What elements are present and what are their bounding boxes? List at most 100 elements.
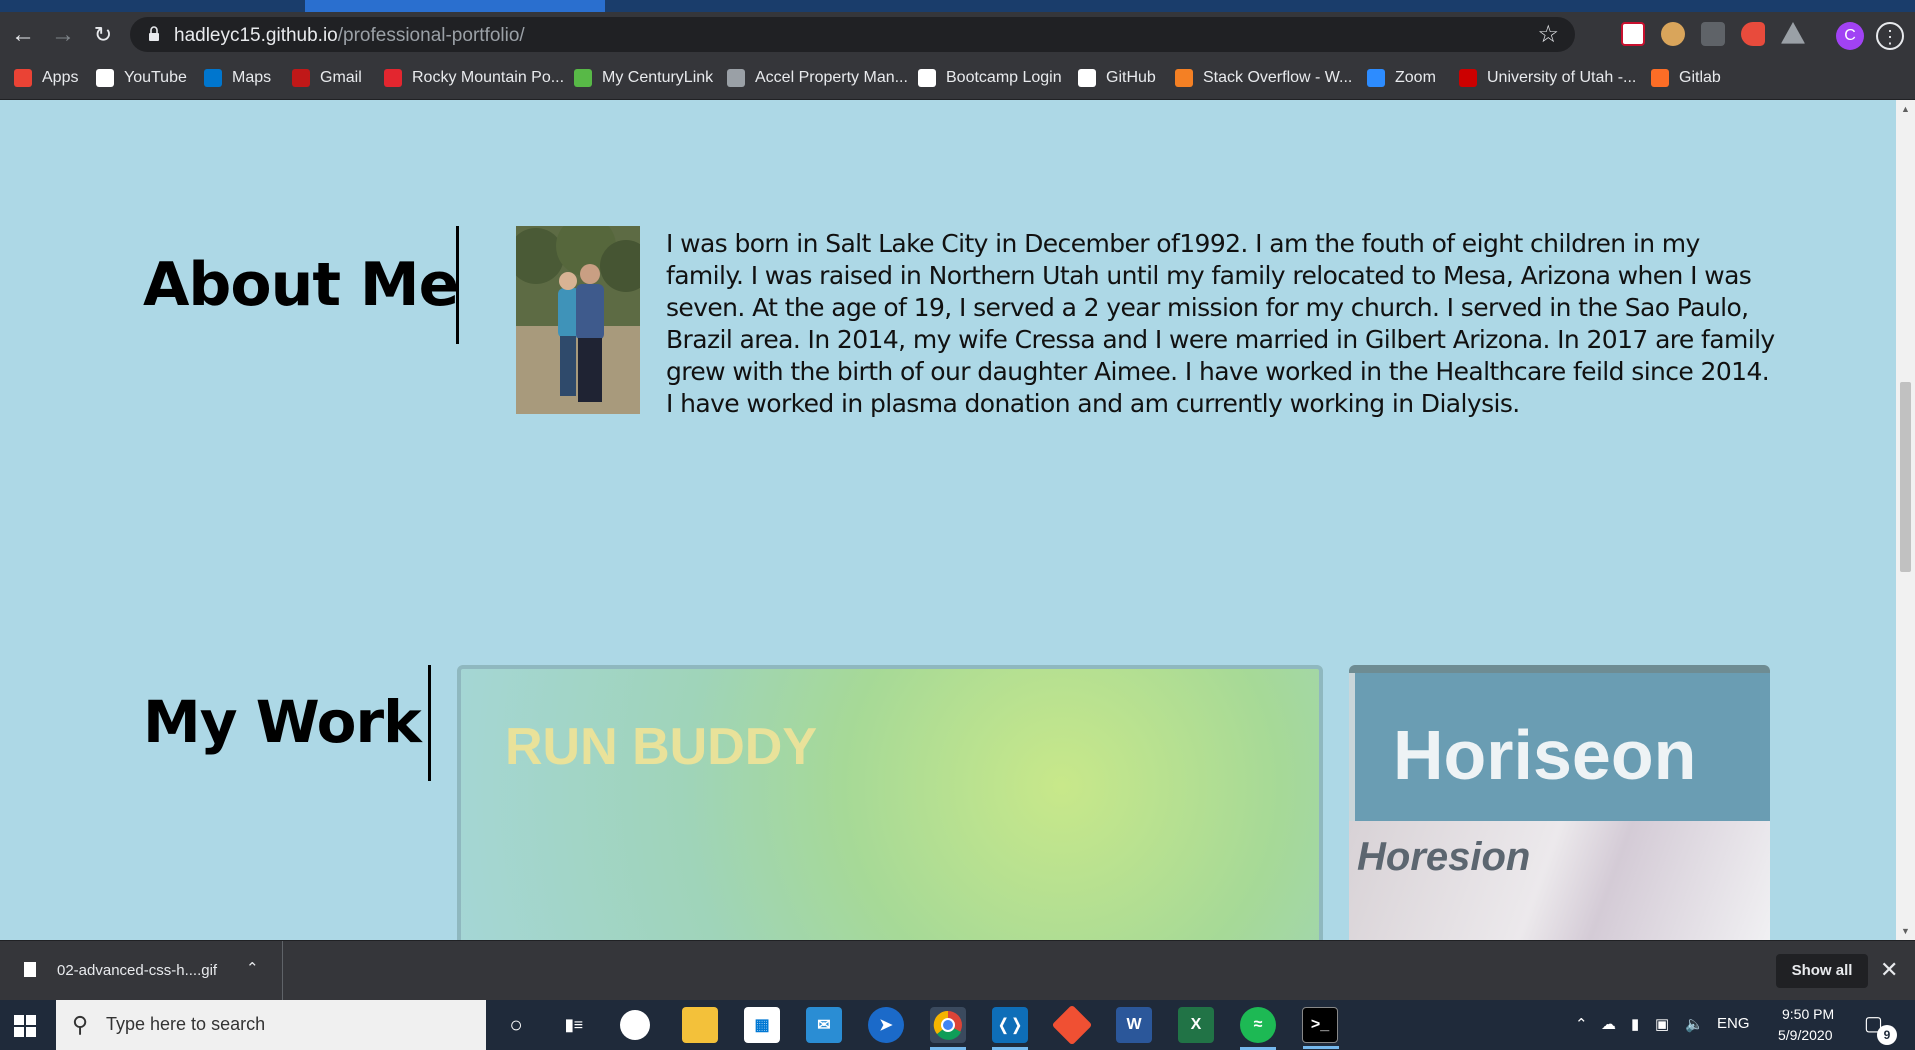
bookmark-item[interactable]: Rocky Mountain Po... <box>384 64 564 92</box>
more-extension-icon[interactable] <box>1701 22 1725 46</box>
university-utah-icon <box>918 69 936 87</box>
bookmark-label: Apps <box>42 69 79 86</box>
bookmark-item[interactable]: Maps <box>204 64 271 92</box>
bookmark-item[interactable]: University of Utah -... <box>1459 64 1636 92</box>
word-icon[interactable]: W <box>1116 1007 1152 1043</box>
url-text[interactable]: hadleyc15.github.io/professional-portfol… <box>174 25 525 47</box>
bookmark-label: Zoom <box>1395 69 1436 86</box>
battery-icon[interactable]: ▮ <box>1631 1015 1639 1033</box>
cookie-extension-icon[interactable] <box>1661 22 1685 46</box>
profile-avatar[interactable]: C <box>1836 22 1864 50</box>
scrollbar-thumb[interactable] <box>1900 382 1911 572</box>
bookmark-item[interactable]: Stack Overflow - W... <box>1175 64 1352 92</box>
bookmark-label: GitHub <box>1106 69 1156 86</box>
bookmark-item[interactable]: Apps <box>14 64 78 92</box>
bookmark-label: University of Utah -... <box>1487 69 1637 86</box>
bookmark-item[interactable]: Bootcamp Login <box>918 64 1062 92</box>
dell-icon <box>204 69 222 87</box>
bookmark-item[interactable]: Gmail <box>292 64 362 92</box>
bookmark-label: Stack Overflow - W... <box>1203 69 1353 86</box>
store-icon[interactable]: ▦ <box>744 1007 780 1043</box>
apps-grid-icon <box>14 69 32 87</box>
download-bar: 02-advanced-css-h....gif ⌃ Show all ✕ <box>0 940 1915 1001</box>
download-file-name[interactable]: 02-advanced-css-h....gif <box>57 962 217 979</box>
profile-photo <box>516 226 640 414</box>
file-explorer-icon[interactable] <box>682 1007 718 1043</box>
scroll-up-icon[interactable]: ▲ <box>1901 104 1910 114</box>
drive-extension-icon[interactable] <box>1781 22 1805 44</box>
about-divider <box>456 226 459 344</box>
bookmark-label: My CenturyLink <box>602 69 714 86</box>
git-kraken-icon[interactable] <box>1051 1004 1093 1046</box>
bookmark-item[interactable]: My CenturyLink <box>574 64 713 92</box>
page-scrollbar[interactable]: ▲ ▼ <box>1896 100 1915 940</box>
project-title: Horiseon <box>1393 716 1697 794</box>
show-all-button[interactable]: Show all <box>1776 954 1868 988</box>
project-card-run-buddy[interactable]: RUN BUDDY <box>457 665 1323 940</box>
card-top-border <box>1349 665 1770 673</box>
bookmark-item[interactable]: Gitlab <box>1651 64 1721 92</box>
reload-icon[interactable]: ↻ <box>88 20 118 50</box>
project-card-horiseon[interactable]: Horiseon Horesion <box>1349 665 1770 940</box>
excel-icon[interactable]: X <box>1178 1007 1214 1043</box>
work-divider <box>428 665 431 781</box>
clock-date[interactable]: 5/9/2020 <box>1778 1027 1833 1043</box>
pocket-extension-icon[interactable] <box>1621 22 1645 46</box>
onedrive-icon[interactable]: ☁ <box>1601 1015 1616 1033</box>
address-bar[interactable]: hadleyc15.github.io/professional-portfol… <box>130 17 1575 52</box>
chevron-up-icon[interactable]: ⌃ <box>246 959 259 977</box>
bookmark-label: Gmail <box>320 69 362 86</box>
download-item[interactable]: 02-advanced-css-h....gif ⌃ <box>0 941 283 1001</box>
bookmark-star-icon[interactable]: ☆ <box>1537 20 1559 49</box>
mcafee-icon <box>292 69 310 87</box>
bookmark-label: Maps <box>232 69 272 86</box>
project-banner: Horiseon <box>1355 673 1770 821</box>
close-icon[interactable]: ✕ <box>1880 957 1898 983</box>
active-tab[interactable] <box>305 0 605 12</box>
bookmarks-bar: Apps YouTube Maps Gmail Rocky Mountain Po...… <box>0 57 1915 100</box>
bookmark-item[interactable]: YouTube <box>96 64 187 92</box>
about-heading: About Me <box>143 250 459 320</box>
record-extension-icon[interactable] <box>1741 22 1765 46</box>
bookmark-item[interactable]: Accel Property Man... <box>727 64 908 92</box>
language-indicator[interactable]: ENG <box>1717 1015 1750 1032</box>
centurylink-icon <box>574 69 592 87</box>
slack-icon[interactable] <box>620 1010 650 1040</box>
spotify-icon[interactable]: ≈ <box>1240 1007 1276 1050</box>
bookmark-item[interactable]: Zoom <box>1367 64 1436 92</box>
bookmark-label: Gitlab <box>1679 69 1721 86</box>
taskbar-search[interactable]: ⚲ Type here to search <box>56 1000 486 1050</box>
vscode-icon[interactable]: ❬❭ <box>992 1007 1028 1050</box>
volume-icon[interactable]: 🔈 <box>1685 1015 1704 1033</box>
github-icon <box>1078 69 1096 87</box>
windows-taskbar: ⚲ Type here to search ○ ▮≡ ▦ ✉ ➤ ❬❭ W X … <box>0 1000 1915 1050</box>
windows-start-icon[interactable] <box>14 1015 36 1037</box>
forward-arrow-icon[interactable]: → <box>48 20 78 50</box>
browser-toolbar: ← → ↻ hadleyc15.github.io/professional-p… <box>0 12 1915 57</box>
bookmark-label: YouTube <box>124 69 187 86</box>
scroll-down-icon[interactable]: ▼ <box>1901 926 1910 936</box>
mail-icon[interactable]: ✉ <box>806 1007 842 1043</box>
amazon-icon <box>96 69 114 87</box>
bookmark-label: Accel Property Man... <box>755 69 908 86</box>
browser-menu-icon[interactable]: ⋮ <box>1876 22 1904 50</box>
work-heading: My Work <box>143 688 422 756</box>
clock-time[interactable]: 9:50 PM <box>1782 1006 1834 1022</box>
terminal-icon[interactable]: >_ <box>1302 1007 1339 1049</box>
network-icon[interactable]: ▣ <box>1655 1015 1669 1033</box>
utah-grid-icon <box>1459 69 1477 87</box>
search-input[interactable]: Type here to search <box>106 1014 265 1035</box>
notification-badge: 9 <box>1877 1025 1897 1045</box>
project-subtitle: Horesion <box>1357 835 1531 879</box>
safari-icon[interactable]: ➤ <box>868 1007 904 1043</box>
task-view-icon[interactable]: ▮≡ <box>556 1007 592 1043</box>
zoom-icon <box>1367 69 1385 87</box>
chrome-icon[interactable] <box>930 1007 966 1050</box>
rocky-mountain-icon <box>384 69 402 87</box>
bookmark-label: Bootcamp Login <box>946 69 1062 86</box>
cortana-icon[interactable]: ○ <box>498 1007 534 1043</box>
chevron-up-icon[interactable]: ⌃ <box>1575 1015 1588 1033</box>
back-arrow-icon[interactable]: ← <box>8 20 38 50</box>
tab-strip <box>0 0 1915 12</box>
bookmark-item[interactable]: GitHub <box>1078 64 1156 92</box>
